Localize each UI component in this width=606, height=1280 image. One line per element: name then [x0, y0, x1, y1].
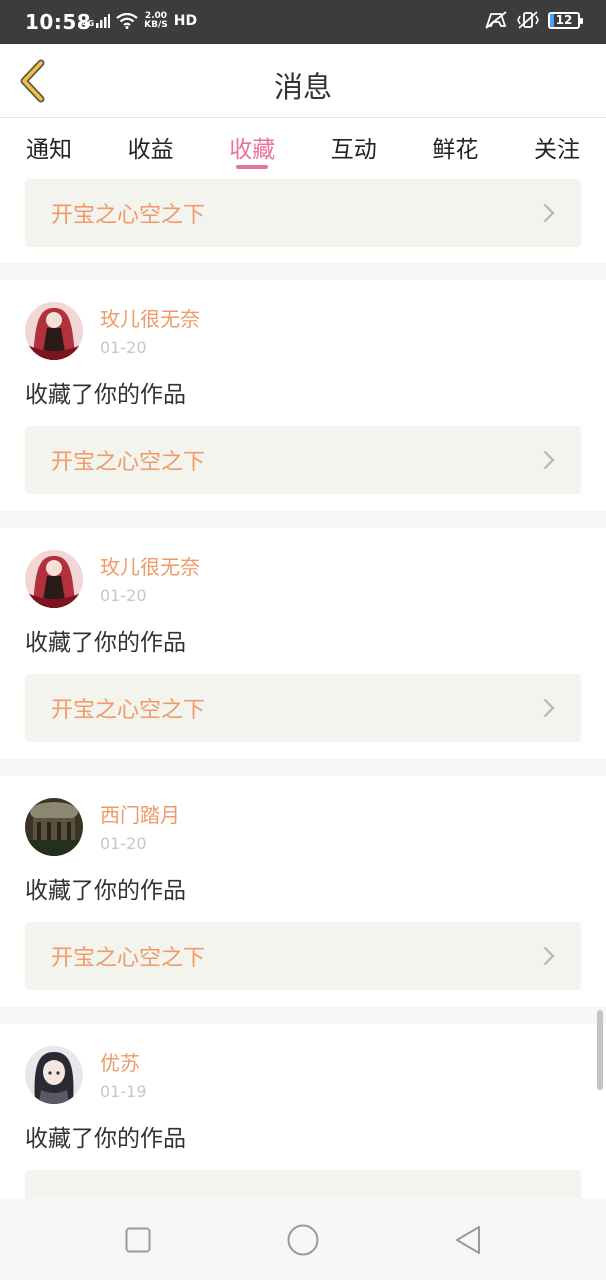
work-link[interactable]: 开宝之心空之下	[25, 426, 581, 494]
work-title: 开宝之心空之下	[51, 946, 206, 971]
user-name[interactable]: 玫儿很无奈	[100, 306, 200, 332]
user-name[interactable]: 西门踏月	[100, 802, 180, 828]
avatar[interactable]	[25, 302, 83, 360]
wifi-icon	[116, 13, 138, 29]
home-icon	[287, 1224, 319, 1256]
divider	[0, 511, 606, 528]
recent-apps-button[interactable]	[118, 1220, 158, 1260]
back-icon	[456, 1226, 480, 1254]
status-bar: 10:58 4G 2.00 KB/S HD 12	[0, 0, 606, 44]
vibrate-icon	[517, 11, 539, 29]
work-link[interactable]: 开宝之心空之下	[25, 674, 581, 742]
recent-apps-icon	[125, 1227, 151, 1253]
user-name[interactable]: 玫儿很无奈	[100, 554, 200, 580]
nav-back-button[interactable]	[448, 1220, 488, 1260]
action-text: 收藏了你的作品	[25, 878, 186, 904]
feed-item-partial: 开宝之心空之下	[0, 174, 606, 263]
item-date: 01-20	[100, 586, 147, 605]
divider	[0, 759, 606, 776]
feed-item: 玫儿很无奈 01-20 收藏了你的作品 开宝之心空之下	[0, 280, 606, 494]
cellular-signal-icon: 4G	[82, 14, 111, 28]
tab-earnings[interactable]: 收益	[127, 118, 175, 174]
work-link[interactable]: 开宝之心空之下	[25, 922, 581, 990]
divider	[0, 1007, 606, 1024]
tab-follows[interactable]: 关注	[533, 118, 581, 174]
item-date: 01-20	[100, 338, 147, 357]
user-name[interactable]: 优苏	[100, 1050, 147, 1076]
battery-level: 12	[555, 12, 573, 27]
network-type: 4G	[82, 19, 95, 28]
item-date: 01-20	[100, 834, 147, 853]
network-speed: 2.00 KB/S	[144, 11, 168, 30]
hd-indicator: HD	[173, 13, 198, 29]
status-left-icons: 4G 2.00 KB/S HD	[82, 12, 197, 30]
work-title: 开宝之心空之下	[51, 203, 206, 228]
scrollbar-thumb[interactable]	[597, 1010, 603, 1090]
battery-icon: 12	[548, 11, 583, 29]
avatar[interactable]	[25, 1046, 83, 1104]
action-text: 收藏了你的作品	[25, 630, 186, 656]
page-title: 消息	[273, 70, 332, 104]
avatar[interactable]	[25, 550, 83, 608]
chevron-right-icon	[543, 203, 555, 223]
tab-flowers[interactable]: 鲜花	[431, 118, 479, 174]
feed-item: 优苏 01-19 收藏了你的作品	[0, 1024, 606, 1198]
home-button[interactable]	[283, 1220, 323, 1260]
tab-notifications[interactable]: 通知	[25, 118, 73, 174]
work-link[interactable]	[25, 1170, 581, 1198]
divider	[0, 263, 606, 280]
action-text: 收藏了你的作品	[25, 1126, 186, 1152]
feed-item: 西门踏月 01-20 收藏了你的作品 开宝之心空之下	[0, 776, 606, 990]
tab-interactions[interactable]: 互动	[330, 118, 378, 174]
item-date: 01-19	[100, 1082, 147, 1101]
tab-favorites[interactable]: 收藏	[228, 118, 276, 174]
chevron-right-icon	[543, 698, 555, 718]
chevron-right-icon	[543, 946, 555, 966]
work-title: 开宝之心空之下	[51, 450, 206, 475]
work-title: 开宝之心空之下	[51, 698, 206, 723]
avatar[interactable]	[25, 798, 83, 856]
action-text: 收藏了你的作品	[25, 382, 186, 408]
message-tabs: 通知 收益 收藏 互动 鲜花 关注	[0, 118, 606, 174]
favorites-feed[interactable]: 开宝之心空之下 玫儿很无奈 01-20 收藏了你的作品 开宝之心空之下 玫儿很无…	[0, 174, 606, 1198]
work-link[interactable]: 开宝之心空之下	[25, 179, 581, 247]
status-right-icons: 12	[484, 11, 583, 29]
feed-item: 玫儿很无奈 01-20 收藏了你的作品 开宝之心空之下	[0, 528, 606, 742]
system-nav-bar	[0, 1198, 606, 1280]
game-mode-icon	[485, 11, 507, 29]
active-tab-indicator	[236, 165, 269, 169]
title-bar: 消息	[0, 44, 606, 118]
chevron-right-icon	[543, 450, 555, 470]
